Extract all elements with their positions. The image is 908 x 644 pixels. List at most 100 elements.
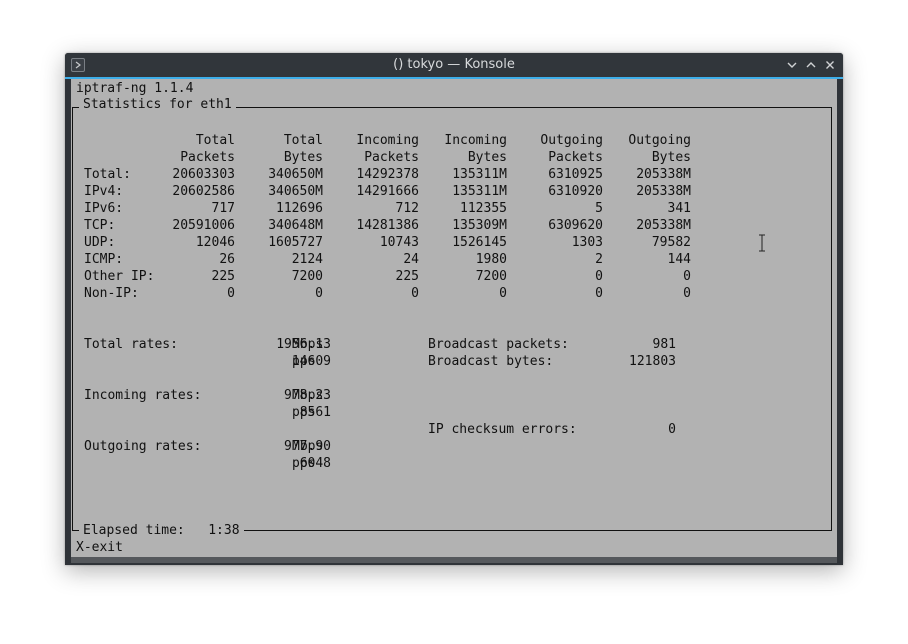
table-cell: 225 <box>395 269 419 284</box>
chevron-down-icon <box>787 62 797 68</box>
table-cell: 0 <box>499 286 507 301</box>
table-cell: 6310925 <box>548 167 603 182</box>
table-cell: 1980 <box>475 252 507 267</box>
broadcast-bytes-label: Broadcast bytes: <box>428 354 554 369</box>
column-header: Bytes <box>651 150 691 165</box>
total-rates-bps-unit: Mbps <box>292 337 324 352</box>
table-cell: 26 <box>219 252 235 267</box>
table-cell: 205338M <box>636 218 691 233</box>
table-cell: 24 <box>403 252 419 267</box>
elapsed-time-label: Elapsed time: <box>83 523 185 538</box>
table-cell: 135309M <box>452 218 507 233</box>
close-button[interactable] <box>823 58 837 72</box>
table-row-label: IPv4: <box>84 184 124 199</box>
incoming-rates-label: Incoming rates: <box>84 388 202 403</box>
broadcast-packets-label: Broadcast packets: <box>428 337 569 352</box>
app-header: iptraf-ng 1.1.4 <box>76 81 194 96</box>
table-cell: 112355 <box>460 201 507 216</box>
table-cell: 6309620 <box>548 218 603 233</box>
table-row-label: UDP: <box>84 235 116 250</box>
table-cell: 20591006 <box>172 218 235 233</box>
column-header: Total <box>195 133 235 148</box>
column-header: Incoming <box>356 133 419 148</box>
table-cell: 2124 <box>291 252 323 267</box>
table-cell: 1303 <box>571 235 603 250</box>
table-cell: 112696 <box>276 201 323 216</box>
table-cell: 225 <box>211 269 235 284</box>
table-cell: 205338M <box>636 184 691 199</box>
table-cell: 6310920 <box>548 184 603 199</box>
table-cell: 5 <box>595 201 603 216</box>
table-cell: 340650M <box>268 184 323 199</box>
total-rates-pps-unit: pps <box>292 354 316 369</box>
table-row-label: ICMP: <box>84 252 124 267</box>
broadcast-packets-value: 981 <box>652 337 676 352</box>
title-bar[interactable]: () tokyo — Konsole <box>65 53 843 79</box>
incoming-rates-pps-unit: pps <box>292 405 316 420</box>
column-header: Bytes <box>283 150 323 165</box>
table-cell: 135311M <box>452 167 507 182</box>
table-cell: 0 <box>683 269 691 284</box>
table-cell: 712 <box>395 201 419 216</box>
table-cell: 14281386 <box>356 218 419 233</box>
close-icon <box>826 61 834 69</box>
ip-checksum-errors-value: 0 <box>668 422 676 437</box>
text-cursor-icon <box>758 234 766 256</box>
table-cell: 340650M <box>268 167 323 182</box>
konsole-window: () tokyo — Konsole iptraf-ng 1.1.4 Stati… <box>65 53 843 565</box>
table-row-label: TCP: <box>84 218 116 233</box>
table-cell: 0 <box>683 286 691 301</box>
table-cell: 0 <box>595 286 603 301</box>
elapsed-time: Elapsed time: 1:38 <box>79 522 244 539</box>
table-row-label: IPv6: <box>84 201 124 216</box>
chevron-up-icon <box>806 62 816 68</box>
table-cell: 20602586 <box>172 184 235 199</box>
table-cell: 14291666 <box>356 184 419 199</box>
table-cell: 0 <box>595 269 603 284</box>
column-header: Outgoing <box>628 133 691 148</box>
table-cell: 0 <box>315 286 323 301</box>
table-cell: 135311M <box>452 184 507 199</box>
outgoing-rates-bps-unit: Mbps <box>292 439 324 454</box>
table-row-label: Total: <box>84 167 131 182</box>
outgoing-rates-pps-unit: pps <box>292 456 316 471</box>
terminal-scroll-strip <box>71 557 837 563</box>
column-header: Total <box>283 133 323 148</box>
table-cell: 79582 <box>651 235 691 250</box>
table-cell: 0 <box>411 286 419 301</box>
table-cell: 1526145 <box>452 235 507 250</box>
table-cell: 717 <box>211 201 235 216</box>
table-cell: 205338M <box>636 167 691 182</box>
table-cell: 341 <box>667 201 691 216</box>
column-header: Packets <box>180 150 235 165</box>
table-row-label: Non-IP: <box>84 286 139 301</box>
column-header: Packets <box>548 150 603 165</box>
table-cell: 12046 <box>195 235 235 250</box>
maximize-button[interactable] <box>804 58 818 72</box>
ip-checksum-errors-label: IP checksum errors: <box>428 422 577 437</box>
column-header: Incoming <box>444 133 507 148</box>
table-cell: 20603303 <box>172 167 235 182</box>
elapsed-time-value: 1:38 <box>208 523 240 538</box>
window-title: () tokyo — Konsole <box>393 57 515 72</box>
table-cell: 14292378 <box>356 167 419 182</box>
broadcast-bytes-value: 121803 <box>629 354 676 369</box>
table-cell: 0 <box>227 286 235 301</box>
total-rates-label: Total rates: <box>84 337 178 352</box>
table-cell: 340648M <box>268 218 323 233</box>
table-cell: 7200 <box>291 269 323 284</box>
table-cell: 144 <box>667 252 691 267</box>
table-row-label: Other IP: <box>84 269 155 284</box>
table-cell: 7200 <box>475 269 507 284</box>
frame-title: Statistics for eth1 <box>79 96 236 113</box>
column-header: Outgoing <box>540 133 603 148</box>
column-header: Packets <box>364 150 419 165</box>
table-cell: 2 <box>595 252 603 267</box>
minimize-button[interactable] <box>785 58 799 72</box>
column-header: Bytes <box>467 150 507 165</box>
table-cell: 10743 <box>379 235 419 250</box>
outgoing-rates-label: Outgoing rates: <box>84 439 202 454</box>
terminal-area[interactable]: iptraf-ng 1.1.4 Statistics for eth1 Tota… <box>71 79 837 557</box>
exit-hint: X-exit <box>76 540 123 555</box>
table-cell: 1605727 <box>268 235 323 250</box>
